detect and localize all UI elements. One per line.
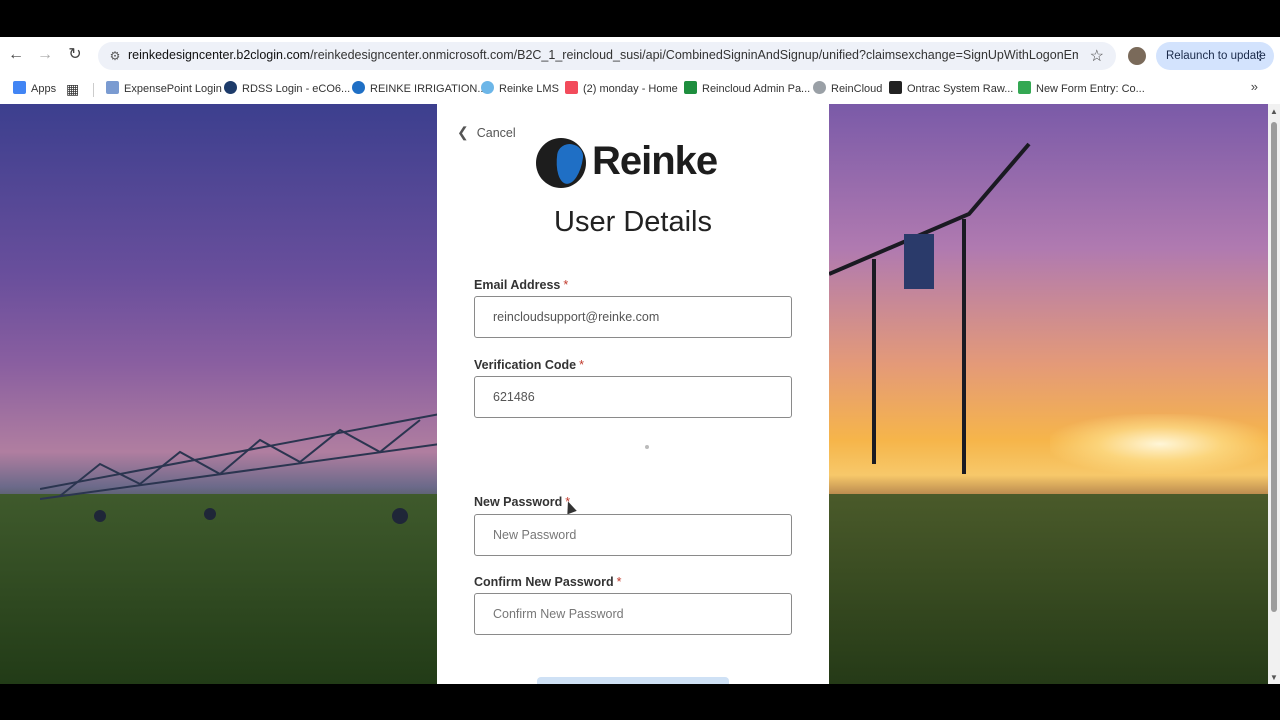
bookmark-label: ReinCloud (831, 83, 883, 95)
browser-chrome: ← → ↻ ⚙ reinkedesigncenter.b2clogin.com/… (0, 37, 1280, 104)
bookmark-new-form[interactable]: New Form Entry: Co... (1018, 80, 1145, 98)
monday-icon (565, 81, 578, 94)
page-title: User Details (554, 206, 712, 238)
cloud-icon (481, 81, 494, 94)
cancel-link[interactable]: ❮ Cancel (457, 124, 516, 141)
brand-wordmark: Reinke (592, 139, 718, 183)
bookmark-monday[interactable]: (2) monday - Home (565, 80, 678, 98)
bookmark-label: RDSS Login - eCO6... (242, 83, 351, 95)
cancel-label: Cancel (476, 126, 516, 140)
page-scrollbar[interactable]: ▲ ▼ (1268, 104, 1280, 684)
bookmark-label: Reinke LMS (499, 83, 559, 95)
bookmark-star-icon[interactable]: ☆ (1090, 46, 1104, 66)
bookmark-reincloud-admin[interactable]: Reincloud Admin Pa... (684, 80, 810, 98)
email-label-text: Email Address (474, 278, 561, 292)
bookmark-label: Apps (31, 83, 57, 95)
video-top-border (0, 0, 1280, 37)
url-path: /reinkedesigncenter.onmicrosoft.com/B2C_… (310, 48, 1078, 62)
signup-card: ❮ Cancel Reinke User Details Email Addres… (437, 104, 829, 687)
mouse-cursor-icon (563, 499, 577, 515)
required-marker: * (579, 358, 584, 372)
relaunch-label: Relaunch to update (1166, 50, 1266, 62)
confirm-password-label: Confirm New Password * (474, 575, 622, 589)
bookmark-reincloud[interactable]: ReinCloud (813, 80, 882, 98)
cloud-icon (813, 81, 826, 94)
address-row: ← → ↻ ⚙ reinkedesigncenter.b2clogin.com/… (0, 37, 1280, 74)
ontrac-icon (889, 81, 902, 94)
reinke-icon (352, 81, 365, 94)
site-info-icon[interactable]: ⚙ (106, 47, 124, 65)
bookmark-separator (93, 83, 94, 97)
bookmark-ontrac[interactable]: Ontrac System Raw... (889, 80, 1013, 98)
triangle-icon (684, 81, 697, 94)
bookmark-expensepoint[interactable]: ExpensePoint Login (106, 80, 222, 98)
email-label: Email Address * (474, 278, 568, 292)
email-field[interactable]: reincloudsupport@reinke.com (474, 296, 792, 338)
expensepoint-icon (106, 81, 119, 94)
bookmark-label: New Form Entry: Co... (1036, 83, 1145, 95)
bookmark-rdss[interactable]: RDSS Login - eCO6... (224, 80, 350, 98)
water-drop-icon (553, 142, 585, 186)
tab-groups-icon[interactable]: ▦ (66, 80, 79, 98)
code-label-text: Verification Code (474, 358, 577, 372)
video-bottom-border (0, 684, 1280, 720)
verification-code-label: Verification Code * (474, 358, 584, 372)
chevron-left-icon: ❮ (457, 124, 469, 140)
scroll-down-icon[interactable]: ▼ (1270, 673, 1278, 682)
irrigation-pivot-image (829, 142, 1031, 474)
bookmark-apps[interactable]: Apps (13, 80, 56, 98)
back-icon[interactable]: ← (6, 45, 26, 65)
new-password-label: New Password * (474, 495, 570, 509)
new-password-field[interactable]: New Password (474, 514, 792, 556)
form-check-icon (1018, 81, 1031, 94)
scrollbar-thumb[interactable] (1271, 122, 1277, 612)
confirm-password-field[interactable]: Confirm New Password (474, 593, 792, 635)
address-bar[interactable]: ⚙ reinkedesigncenter.b2clogin.com/reinke… (98, 42, 1116, 70)
new-password-label-text: New Password (474, 495, 563, 509)
reinke-logo: Reinke (536, 137, 736, 189)
globe-logo-icon (536, 138, 586, 188)
loading-dot (645, 445, 649, 449)
rdss-icon (224, 81, 237, 94)
required-marker: * (616, 575, 622, 589)
bookmark-label: REINKE IRRIGATION... (370, 83, 487, 95)
reload-icon[interactable]: ↻ (65, 45, 85, 65)
apps-grid-icon (13, 81, 26, 94)
profile-avatar[interactable] (1128, 47, 1146, 65)
bookmark-reinke-lms[interactable]: Reinke LMS (481, 80, 559, 98)
forward-icon[interactable]: → (35, 45, 55, 65)
bookmark-label: ExpensePoint Login (124, 83, 222, 95)
bookmark-label: Ontrac System Raw... (907, 83, 1014, 95)
irrigation-truss-image (40, 413, 440, 524)
url-text: reinkedesigncenter.b2clogin.com/reinkede… (128, 48, 1078, 62)
verification-code-field[interactable]: 621486 (474, 376, 792, 418)
bookmark-label: Reincloud Admin Pa... (702, 83, 811, 95)
confirm-password-label-text: Confirm New Password (474, 575, 614, 589)
crop-field-right (829, 494, 1268, 684)
scroll-up-icon[interactable]: ▲ (1270, 107, 1278, 116)
menu-dots-icon[interactable]: ⋮ (1255, 42, 1267, 70)
url-host: reinkedesigncenter.b2clogin.com (128, 48, 311, 62)
reinke-sign-icon (904, 234, 934, 289)
bookmarks-bar: Apps ▦ ExpensePoint Login RDSS Login - e… (0, 77, 1280, 101)
sun-glow (1050, 414, 1268, 474)
relaunch-button[interactable]: Relaunch to update ⋮ (1156, 42, 1274, 70)
bookmark-reinke-irrigation[interactable]: REINKE IRRIGATION... (352, 80, 487, 98)
bookmark-label: (2) monday - Home (583, 83, 678, 95)
required-marker: * (563, 278, 569, 292)
more-bookmarks-icon[interactable]: » (1251, 79, 1258, 94)
